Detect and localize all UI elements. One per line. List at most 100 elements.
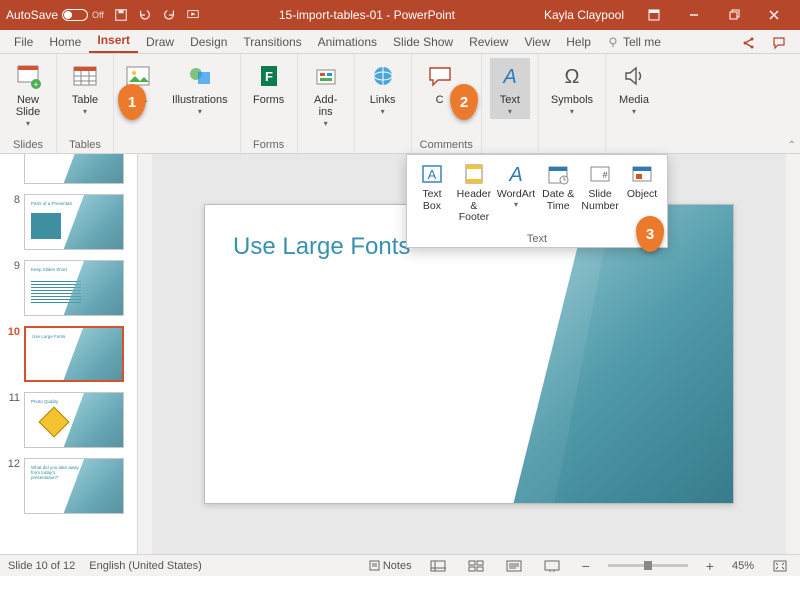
forms-icon: F <box>253 60 285 92</box>
text-icon: A <box>494 60 526 92</box>
thumb-number: 8 <box>6 194 20 206</box>
addins-button[interactable]: Add- ins ▾ <box>306 58 346 131</box>
slide-counter[interactable]: Slide 10 of 12 <box>8 560 75 572</box>
normal-view-icon[interactable] <box>426 558 450 574</box>
start-from-beginning-icon[interactable] <box>186 8 200 22</box>
tab-home[interactable]: Home <box>41 31 89 53</box>
illustrations-button[interactable]: Illustrations ▾ <box>168 58 232 119</box>
autosave-toggle[interactable]: AutoSave Off <box>6 8 104 22</box>
new-slide-label: New Slide <box>16 94 40 118</box>
tab-review[interactable]: Review <box>461 31 516 53</box>
slide-thumb-11[interactable]: Photo Quality <box>24 392 124 448</box>
slideshow-view-icon[interactable] <box>540 558 564 574</box>
zoom-slider[interactable] <box>608 564 688 567</box>
group-text-label <box>490 137 530 151</box>
slide-thumb-8[interactable]: Parts of a Presentati <box>24 194 124 250</box>
group-media: Media ▾ <box>606 54 662 153</box>
language-status[interactable]: English (United States) <box>89 560 202 572</box>
minimize-icon[interactable] <box>674 0 714 30</box>
addins-icon <box>310 60 342 92</box>
symbols-button[interactable]: Ω Symbols ▾ <box>547 58 597 119</box>
redo-icon[interactable] <box>162 8 176 22</box>
zoom-in-icon[interactable]: + <box>702 558 718 574</box>
text-button[interactable]: A Text ▾ <box>490 58 530 119</box>
reading-view-icon[interactable] <box>502 558 526 574</box>
zoom-out-icon[interactable]: − <box>578 558 594 574</box>
chevron-down-icon: ▾ <box>514 201 518 210</box>
header-footer-button[interactable]: Header & Footer <box>455 159 493 226</box>
close-icon[interactable] <box>754 0 794 30</box>
group-addins-label <box>306 137 346 151</box>
tab-design[interactable]: Design <box>182 31 235 53</box>
collapse-ribbon-icon[interactable]: ⌃ <box>788 140 796 151</box>
slide-thumb-12[interactable]: What did you take away from today's pres… <box>24 458 124 514</box>
chevron-down-icon: ▾ <box>632 108 636 117</box>
link-icon <box>367 60 399 92</box>
restore-icon[interactable] <box>714 0 754 30</box>
thumbnails-scrollbar[interactable] <box>138 154 152 554</box>
save-icon[interactable] <box>114 8 128 22</box>
object-button[interactable]: Object <box>623 159 661 226</box>
thumb-text: What did you take away from today's pres… <box>31 465 81 480</box>
ribbon-tabs: File Home Insert Draw Design Transitions… <box>0 30 800 54</box>
textbox-button[interactable]: A Text Box <box>413 159 451 226</box>
tab-help[interactable]: Help <box>558 31 599 53</box>
tab-slideshow[interactable]: Slide Show <box>385 31 461 53</box>
slide-thumb-10[interactable]: Use Large Fonts <box>24 326 124 382</box>
work-area: 8 Parts of a Presentati 9 Keep Slides Sh… <box>0 154 800 554</box>
tab-insert[interactable]: Insert <box>89 29 138 53</box>
group-images-label <box>118 137 232 151</box>
links-button[interactable]: Links ▾ <box>363 58 403 119</box>
table-button[interactable]: Table ▾ <box>65 58 105 119</box>
thumb-text: Use Large Fonts <box>32 334 65 339</box>
tab-file[interactable]: File <box>6 31 41 53</box>
group-links-label <box>363 137 403 151</box>
svg-text:+: + <box>34 80 39 89</box>
slide-number-button[interactable]: # Slide Number <box>581 159 619 226</box>
chevron-down-icon: ▾ <box>324 120 328 129</box>
new-slide-icon: + <box>12 60 44 92</box>
slide-title[interactable]: Use Large Fonts <box>233 233 410 261</box>
tab-animations[interactable]: Animations <box>310 31 385 53</box>
tab-draw[interactable]: Draw <box>138 31 182 53</box>
fit-to-window-icon[interactable] <box>768 558 792 574</box>
slide-thumb-7[interactable] <box>24 154 124 184</box>
forms-button[interactable]: F Forms <box>249 58 289 108</box>
user-name[interactable]: Kayla Claypool <box>544 8 624 22</box>
stage-scrollbar[interactable] <box>786 154 800 554</box>
share-icon[interactable] <box>734 36 764 53</box>
thumb-number: 10 <box>6 326 20 338</box>
thumb-text: Keep Slides Short <box>31 267 67 272</box>
thumb-text: Parts of a Presentati <box>31 201 72 206</box>
chevron-down-icon: ▾ <box>381 108 385 117</box>
tell-me[interactable]: Tell me <box>599 31 669 53</box>
date-time-label: Date & Time <box>542 189 574 212</box>
tab-transitions[interactable]: Transitions <box>235 31 309 53</box>
group-comments-label: Comments <box>420 137 473 151</box>
svg-text:A: A <box>508 164 522 186</box>
ribbon-display-icon[interactable] <box>634 0 674 30</box>
zoom-level[interactable]: 45% <box>732 560 754 572</box>
object-icon <box>629 161 655 187</box>
media-button[interactable]: Media ▾ <box>614 58 654 119</box>
date-time-button[interactable]: Date & Time <box>539 159 577 226</box>
slide-thumb-9[interactable]: Keep Slides Short <box>24 260 124 316</box>
slide-thumbnails: 8 Parts of a Presentati 9 Keep Slides Sh… <box>0 154 138 554</box>
textbox-icon: A <box>419 161 445 187</box>
omega-icon: Ω <box>556 60 588 92</box>
zoom-slider-thumb[interactable] <box>644 561 652 570</box>
thumb-number: 9 <box>6 260 20 272</box>
comments-icon[interactable] <box>764 36 794 53</box>
thumb-number: 12 <box>6 458 20 470</box>
flyout-label: Text <box>413 233 661 245</box>
sorter-view-icon[interactable] <box>464 558 488 574</box>
links-label: Links <box>370 94 396 106</box>
new-slide-button[interactable]: + New Slide ▾ <box>8 58 48 131</box>
undo-icon[interactable] <box>138 8 152 22</box>
wordart-button[interactable]: A WordArt ▾ <box>497 159 535 226</box>
notes-label: Notes <box>383 560 412 572</box>
thumb-number: 11 <box>6 392 20 404</box>
object-label: Object <box>627 189 657 201</box>
notes-toggle[interactable]: Notes <box>369 560 412 572</box>
tab-view[interactable]: View <box>516 31 558 53</box>
